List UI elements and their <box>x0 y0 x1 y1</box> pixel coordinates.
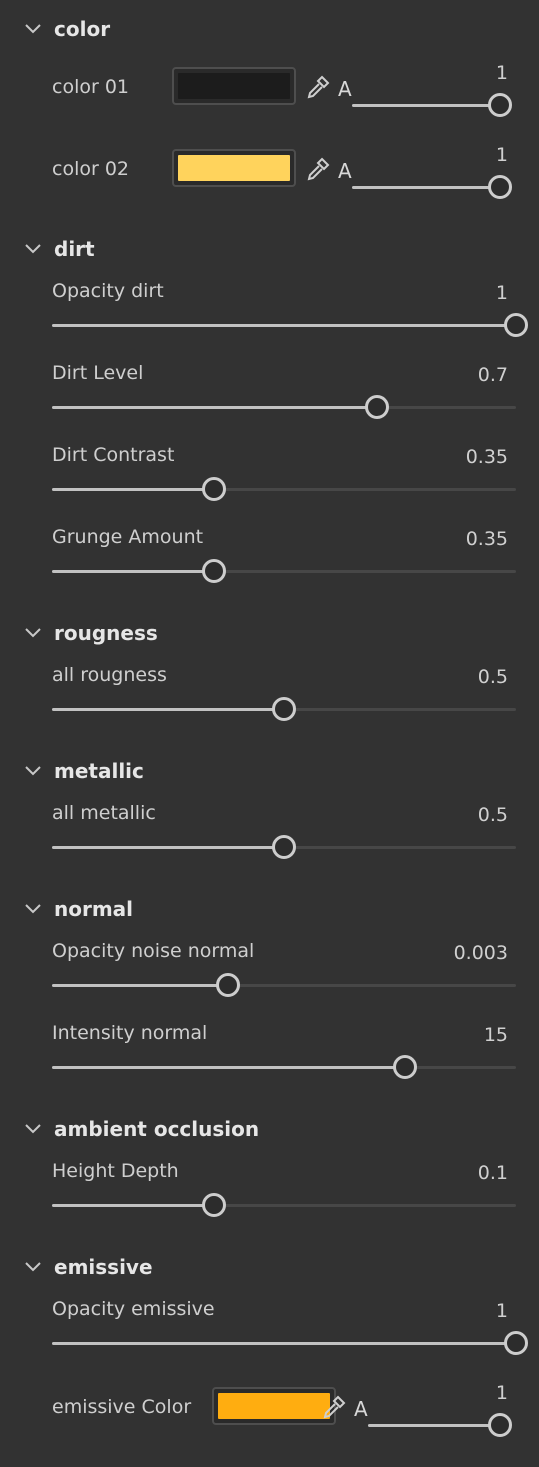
slider-handle[interactable] <box>504 1331 528 1355</box>
slider-handle[interactable] <box>272 697 296 721</box>
emissive-color-alpha-value: 1 <box>495 1382 508 1404</box>
all-rougness-slider[interactable] <box>52 697 516 721</box>
opacity-dirt-label: Opacity dirt <box>52 280 164 302</box>
slider-handle[interactable] <box>216 973 240 997</box>
section-title-metallic: metallic <box>54 759 144 783</box>
color-02-alpha-value: 1 <box>495 144 508 166</box>
eyedropper-icon[interactable] <box>305 156 331 182</box>
color-01-alpha-slider[interactable] <box>352 93 512 117</box>
eyedropper-icon[interactable] <box>305 74 331 100</box>
slider-handle[interactable] <box>488 175 512 199</box>
slider-fill <box>352 104 500 107</box>
intensity-normal-value: 15 <box>483 1024 508 1046</box>
chevron-down-icon <box>25 244 41 254</box>
slider-fill <box>52 1204 214 1207</box>
slider-handle[interactable] <box>488 1413 512 1437</box>
dirt-level-value: 0.7 <box>477 364 508 386</box>
color-02-label: color 02 <box>52 158 130 180</box>
slider-handle[interactable] <box>202 477 226 501</box>
grunge-amount-slider[interactable] <box>52 559 516 583</box>
chevron-down-icon <box>25 1124 41 1134</box>
color-02-alpha-slider[interactable] <box>352 175 512 199</box>
color-01-swatch-fill <box>178 73 290 99</box>
grunge-amount-value: 0.35 <box>465 528 508 550</box>
intensity-normal-slider[interactable] <box>52 1055 516 1079</box>
color-02-swatch[interactable] <box>172 149 296 187</box>
slider-handle[interactable] <box>202 559 226 583</box>
all-rougness-label: all rougness <box>52 664 167 686</box>
section-header-dirt[interactable]: dirt <box>24 236 95 262</box>
section-title-dirt: dirt <box>54 237 95 261</box>
dirt-level-slider[interactable] <box>52 395 516 419</box>
emissive-color-swatch-fill <box>218 1393 330 1419</box>
chevron-down-icon <box>25 904 41 914</box>
slider-fill <box>52 708 284 711</box>
section-header-metallic[interactable]: metallic <box>24 758 144 784</box>
slider-fill <box>368 1424 500 1427</box>
slider-fill <box>52 488 214 491</box>
opacity-emissive-slider[interactable] <box>52 1331 528 1355</box>
slider-handle[interactable] <box>272 835 296 859</box>
slider-fill <box>52 984 228 987</box>
slider-fill <box>352 186 500 189</box>
chevron-down-icon <box>25 1262 41 1272</box>
opacity-noise-normal-slider[interactable] <box>52 973 516 997</box>
slider-fill <box>52 1342 516 1345</box>
color-01-swatch[interactable] <box>172 67 296 105</box>
section-title-emissive: emissive <box>54 1255 153 1279</box>
opacity-dirt-value: 1 <box>495 282 508 304</box>
color-02-swatch-fill <box>178 155 290 181</box>
emissive-color-alpha-slider[interactable] <box>368 1413 512 1437</box>
color-01-label: color 01 <box>52 76 130 98</box>
height-depth-slider[interactable] <box>52 1193 516 1217</box>
grunge-amount-label: Grunge Amount <box>52 526 204 548</box>
height-depth-value: 0.1 <box>477 1162 508 1184</box>
section-header-emissive[interactable]: emissive <box>24 1254 153 1280</box>
color-01-alpha-value: 1 <box>495 62 508 84</box>
chevron-down-icon <box>25 628 41 638</box>
slider-fill <box>52 324 516 327</box>
chevron-down-icon <box>25 24 41 34</box>
dirt-contrast-label: Dirt Contrast <box>52 444 175 466</box>
slider-fill <box>52 570 214 573</box>
color-01-alpha-label: A <box>338 77 352 101</box>
slider-handle[interactable] <box>365 395 389 419</box>
slider-handle[interactable] <box>504 313 528 337</box>
all-metallic-slider[interactable] <box>52 835 516 859</box>
section-header-normal[interactable]: normal <box>24 896 133 922</box>
section-title-normal: normal <box>54 897 134 921</box>
all-metallic-value: 0.5 <box>477 804 508 826</box>
section-header-ambient-occlusion[interactable]: ambient occlusion <box>24 1116 259 1142</box>
slider-handle[interactable] <box>393 1055 417 1079</box>
dirt-contrast-slider[interactable] <box>52 477 516 501</box>
slider-fill <box>52 406 377 409</box>
dirt-contrast-value: 0.35 <box>465 446 508 468</box>
slider-handle[interactable] <box>202 1193 226 1217</box>
section-header-color[interactable]: color <box>24 16 110 42</box>
section-header-rougness[interactable]: rougness <box>24 620 158 646</box>
section-title-ambient-occlusion: ambient occlusion <box>54 1117 260 1141</box>
section-title-color: color <box>54 17 111 41</box>
opacity-emissive-label: Opacity emissive <box>52 1298 215 1320</box>
height-depth-label: Height Depth <box>52 1160 179 1182</box>
opacity-dirt-slider[interactable] <box>52 313 528 337</box>
opacity-noise-normal-label: Opacity noise normal <box>52 940 255 962</box>
all-metallic-label: all metallic <box>52 802 156 824</box>
section-title-rougness: rougness <box>54 621 158 645</box>
slider-handle[interactable] <box>488 93 512 117</box>
emissive-color-alpha-label: A <box>354 1397 368 1421</box>
opacity-emissive-value: 1 <box>495 1300 508 1322</box>
slider-fill <box>52 846 284 849</box>
slider-fill <box>52 1066 405 1069</box>
emissive-color-label: emissive Color <box>52 1396 192 1418</box>
intensity-normal-label: Intensity normal <box>52 1022 208 1044</box>
dirt-level-label: Dirt Level <box>52 362 144 384</box>
eyedropper-icon[interactable] <box>321 1394 347 1420</box>
all-rougness-value: 0.5 <box>477 666 508 688</box>
color-02-alpha-label: A <box>338 159 352 183</box>
chevron-down-icon <box>25 766 41 776</box>
emissive-color-swatch[interactable] <box>212 1387 336 1425</box>
opacity-noise-normal-value: 0.003 <box>453 942 508 964</box>
